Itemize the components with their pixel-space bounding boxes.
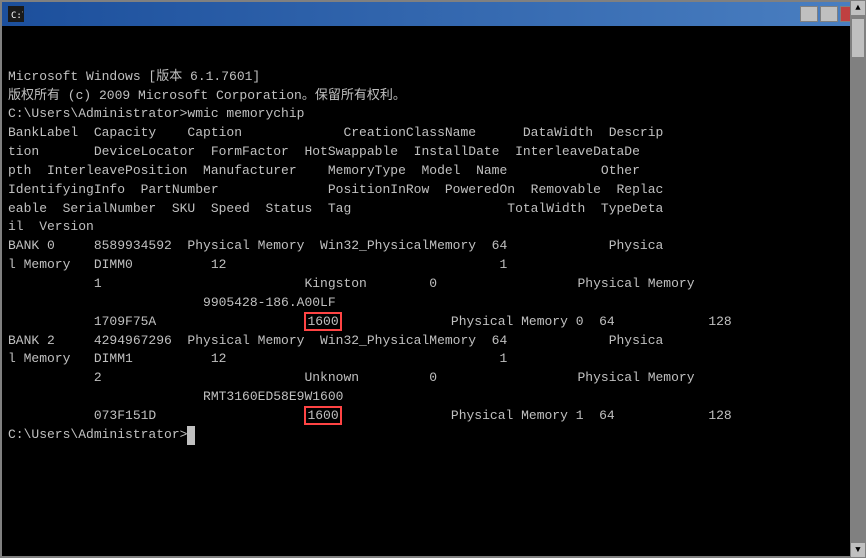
highlight-speed: 1600 [304, 406, 341, 425]
terminal-line: eable SerialNumber SKU Speed Status Tag … [8, 200, 844, 219]
terminal-line: 2 Unknown 0 Physical Memory [8, 369, 844, 388]
terminal-line: BANK 2 4294967296 Physical Memory Win32_… [8, 332, 844, 351]
cmd-icon: C:\ [8, 6, 24, 22]
terminal-line: 9905428-186.A00LF [8, 294, 844, 313]
terminal-line: 1 Kingston 0 Physical Memory [8, 275, 844, 294]
highlight-speed: 1600 [304, 312, 341, 331]
maximize-button[interactable] [820, 6, 838, 22]
title-bar-left: C:\ [8, 6, 30, 22]
terminal-line: BANK 0 8589934592 Physical Memory Win32_… [8, 237, 844, 256]
scroll-down-button[interactable]: ▼ [850, 542, 864, 556]
scrollbar[interactable]: ▲ ▼ [850, 26, 864, 556]
terminal-line: BankLabel Capacity Caption CreationClass… [8, 124, 844, 143]
minimize-button[interactable] [800, 6, 818, 22]
terminal-line: C:\Users\Administrator> [8, 426, 844, 445]
terminal-line: 1709F75A 1600 Physical Memory 0 64 128 [8, 313, 844, 332]
terminal-line: il Version [8, 218, 844, 237]
terminal-content: Microsoft Windows [版本 6.1.7601]版权所有 (c) … [2, 26, 864, 556]
cmd-window: C:\ Microsoft Windows [版本 6.1.7601]版权所有 … [0, 0, 866, 558]
svg-text:C:\: C:\ [11, 11, 23, 21]
terminal-line: IdentifyingInfo PartNumber PositionInRow… [8, 181, 844, 200]
terminal-line: l Memory DIMM1 12 1 [8, 350, 844, 369]
terminal-line: 版权所有 (c) 2009 Microsoft Corporation。保留所有… [8, 87, 844, 106]
cursor [187, 426, 195, 445]
terminal-line: tion DeviceLocator FormFactor HotSwappab… [8, 143, 844, 162]
scrollbar-track[interactable] [850, 26, 864, 542]
terminal-line: l Memory DIMM0 12 1 [8, 256, 844, 275]
terminal-line: pth InterleavePosition Manufacturer Memo… [8, 162, 844, 181]
terminal-line: Microsoft Windows [版本 6.1.7601] [8, 68, 844, 87]
scrollbar-thumb[interactable] [851, 26, 864, 58]
terminal-line: C:\Users\Administrator>wmic memorychip [8, 105, 844, 124]
title-bar: C:\ [2, 2, 864, 26]
terminal-line: RMT3160ED58E9W1600 [8, 388, 844, 407]
terminal-line: 073F151D 1600 Physical Memory 1 64 128 [8, 407, 844, 426]
